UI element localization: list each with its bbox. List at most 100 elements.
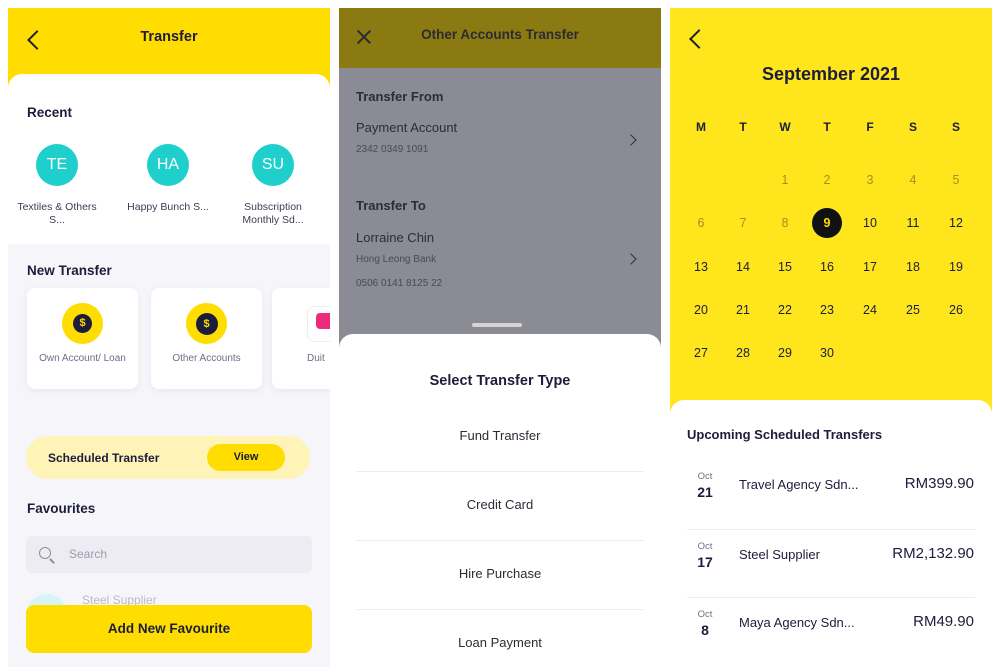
recent-item-label: Subscription Monthly Sd... — [242, 201, 304, 226]
transfer-to-heading: Transfer To — [356, 198, 426, 213]
weekday-label: T — [823, 120, 831, 134]
upcoming-day: 17 — [697, 554, 713, 570]
search-placeholder: Search — [69, 547, 108, 561]
avatar: SU — [252, 144, 294, 186]
option-fund-transfer[interactable]: Fund Transfer — [339, 428, 661, 443]
calendar-day: 6 — [697, 216, 705, 230]
upcoming-transfers-panel: Upcoming Scheduled Transfers Oct 21 Trav… — [670, 400, 992, 667]
calendar-day[interactable]: 30 — [812, 338, 842, 368]
add-new-favourite-button[interactable]: Add New Favourite — [26, 605, 312, 653]
other-accounts-header: Other Accounts Transfer — [339, 8, 661, 68]
scheduled-transfer-label: Scheduled Transfer — [48, 451, 160, 465]
divider — [356, 471, 644, 472]
upcoming-day: 8 — [701, 622, 709, 638]
calendar-day: 8 — [781, 216, 789, 230]
calendar-day[interactable]: 12 — [941, 208, 971, 238]
calendar-day: 2 — [823, 173, 831, 187]
weekday-label: T — [739, 120, 747, 134]
upcoming-month: Oct — [697, 541, 713, 552]
calendar-day[interactable]: 28 — [728, 338, 758, 368]
calendar-day[interactable]: 22 — [770, 295, 800, 325]
calendar-day[interactable]: 25 — [898, 295, 928, 325]
upcoming-payee: Maya Agency Sdn... — [739, 615, 855, 630]
new-transfer-heading: New Transfer — [27, 263, 112, 278]
transfer-to-row[interactable]: Lorraine Chin Hong Leong Bank 0506 0141 … — [339, 222, 661, 298]
weekday-label: W — [779, 120, 791, 134]
calendar-day[interactable]: 17 — [855, 252, 885, 282]
calendar-day: 1 — [781, 173, 789, 187]
recent-item-subscription[interactable]: SU Subscription Monthly Sd... — [230, 144, 316, 227]
calendar-month-title: September 2021 — [761, 64, 901, 84]
calendar-day[interactable]: 16 — [812, 252, 842, 282]
calendar-day: 3 — [866, 173, 874, 187]
upcoming-row[interactable]: Oct 8 Maya Agency Sdn... RM49.90 — [670, 598, 992, 666]
weekday-label: S — [951, 120, 960, 134]
sheet-grab-handle[interactable] — [472, 323, 522, 327]
option-loan-payment[interactable]: Loan Payment — [339, 635, 661, 650]
upcoming-heading: Upcoming Scheduled Transfers — [687, 427, 883, 442]
transfer-from-heading: Transfer From — [356, 89, 444, 104]
calendar-day[interactable]: 14 — [728, 252, 758, 282]
other-accounts-tile[interactable]: $ Other Accounts — [151, 288, 262, 389]
back-arrow-icon[interactable] — [689, 29, 709, 49]
upcoming-row[interactable]: Oct 17 Steel Supplier RM2,132.90 — [670, 530, 992, 598]
upcoming-month: Oct — [697, 609, 713, 620]
calendar-day-selected[interactable]: 9 — [812, 208, 842, 238]
calendar-day[interactable]: 13 — [686, 252, 716, 282]
from-account-number: 2342 0349 1091 — [356, 144, 429, 155]
upcoming-day: 21 — [697, 484, 713, 500]
upcoming-amount: RM2,132.90 — [892, 545, 974, 562]
option-hire-purchase[interactable]: Hire Purchase — [339, 566, 661, 581]
upcoming-row[interactable]: Oct 21 Travel Agency Sdn... RM399.90 — [670, 460, 992, 528]
calendar-day: 5 — [952, 173, 960, 187]
chevron-right-icon — [625, 134, 637, 146]
recent-item-happy-bunch[interactable]: HA Happy Bunch S... — [125, 144, 211, 214]
calendar-day[interactable]: 20 — [686, 295, 716, 325]
upcoming-payee: Travel Agency Sdn... — [739, 477, 859, 492]
calendar-day[interactable]: 26 — [941, 295, 971, 325]
own-account-tile[interactable]: $ Own Account/ Loan — [27, 288, 138, 389]
calendar-day[interactable]: 29 — [770, 338, 800, 368]
recipient-account-number: 0506 0141 8125 22 — [356, 278, 443, 289]
recipient-bank: Hong Leong Bank — [356, 254, 437, 265]
divider — [356, 609, 644, 610]
tile-label: Own Account/ Loan — [39, 353, 126, 364]
upcoming-payee: Steel Supplier — [739, 547, 820, 562]
calendar-day[interactable]: 15 — [770, 252, 800, 282]
dollar-coin-icon: $ — [62, 303, 103, 344]
option-credit-card[interactable]: Credit Card — [339, 497, 661, 512]
calendar-day[interactable]: 10 — [855, 208, 885, 238]
calendar-day[interactable]: 18 — [898, 252, 928, 282]
page-title: Other Accounts Transfer — [421, 27, 579, 42]
calendar-day[interactable]: 11 — [898, 208, 928, 238]
upcoming-amount: RM399.90 — [904, 475, 974, 492]
scheduled-transfer-bar: Scheduled Transfer View — [26, 436, 310, 479]
calendar-day[interactable]: 21 — [728, 295, 758, 325]
search-icon — [39, 547, 51, 559]
recent-item-textiles[interactable]: TE Textiles & Others S... — [14, 144, 100, 227]
calendar-day[interactable]: 23 — [812, 295, 842, 325]
scheduled-calendar-screen: September 2021 M T W T F S S 1 2 3 4 5 6 7 8 9 10… — [670, 8, 992, 667]
duitnow-tile[interactable]: Duit — [272, 288, 330, 389]
upcoming-amount: RM49.90 — [913, 613, 974, 630]
calendar-day[interactable]: 27 — [686, 338, 716, 368]
view-button[interactable]: View — [207, 444, 285, 471]
coins-exchange-icon: $ — [186, 303, 227, 344]
coins-exchange-glyph: $ — [195, 312, 218, 335]
calendar-day[interactable]: 19 — [941, 252, 971, 282]
sheet-title: Select Transfer Type — [429, 373, 571, 389]
transfer-screen: Transfer Recent TE Textiles & Others S..… — [8, 8, 330, 667]
favourites-heading: Favourites — [27, 501, 96, 516]
from-account-name: Payment Account — [356, 120, 458, 135]
recent-item-label: Textiles & Others S... — [17, 201, 97, 226]
select-transfer-type-sheet: Select Transfer Type Fund Transfer Credi… — [339, 334, 661, 667]
transfer-from-row[interactable]: Payment Account 2342 0349 1091 — [339, 112, 661, 166]
tile-label: Other Accounts — [172, 353, 241, 364]
calendar-day[interactable]: 24 — [855, 295, 885, 325]
search-input[interactable]: Search — [26, 536, 312, 573]
avatar: HA — [147, 144, 189, 186]
other-accounts-transfer-screen: Other Accounts Transfer Transfer From Pa… — [339, 8, 661, 667]
calendar-day: 4 — [909, 173, 917, 187]
recent-card: Recent TE Textiles & Others S... HA Happ… — [8, 74, 330, 244]
recent-item-label: Happy Bunch S... — [127, 201, 209, 213]
